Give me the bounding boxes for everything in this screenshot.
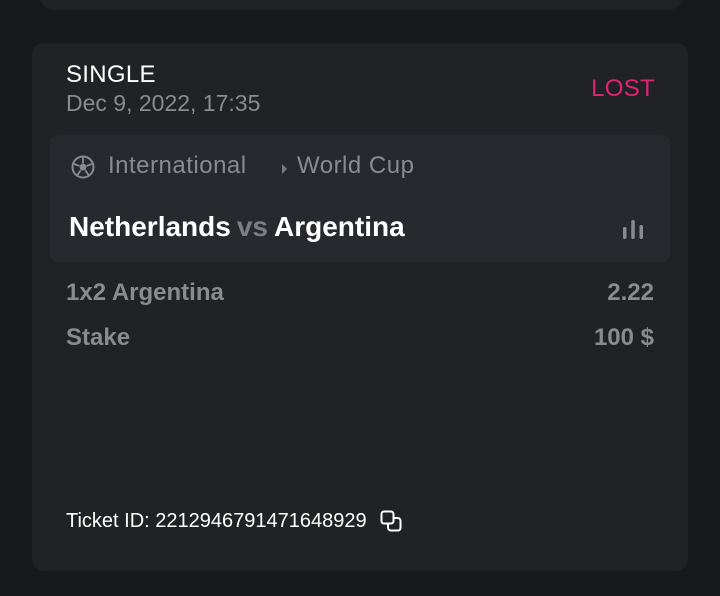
bar-chart-icon[interactable] [621, 218, 645, 240]
selection-label: 1x2 Argentina [66, 279, 224, 306]
ticket-id-text: Ticket ID: 2212946791471648929 [66, 509, 367, 532]
copy-icon[interactable] [379, 509, 403, 533]
selection-odds: 2.22 [607, 279, 654, 306]
ticket-id-row: Ticket ID: 2212946791471648929 [66, 509, 403, 533]
breadcrumb-tournament: World Cup [297, 152, 415, 179]
home-team: Netherlands [69, 211, 231, 242]
selection-row: 1x2 Argentina 2.22 [66, 279, 654, 307]
bet-type-label: SINGLE [66, 61, 156, 88]
match-teams: Netherlands vs Argentina [69, 211, 405, 243]
breadcrumb-separator-icon [282, 164, 287, 174]
soccer-ball-icon [71, 155, 95, 179]
bet-card: SINGLE Dec 9, 2022, 17:35 LOST Internati… [32, 43, 688, 571]
previous-bet-card [40, 0, 682, 10]
breadcrumb-league: International [108, 152, 247, 179]
stake-label: Stake [66, 324, 131, 351]
away-team: Argentina [273, 211, 405, 242]
bet-date: Dec 9, 2022, 17:35 [66, 90, 261, 116]
bet-status-badge: LOST [591, 75, 655, 102]
stake-value: 100 $ [593, 324, 654, 351]
event-panel[interactable]: International World Cup Netherlands vs Arg… [50, 135, 670, 262]
stake-row: Stake 100 $ [66, 324, 654, 352]
vs-separator: vs [236, 211, 268, 242]
